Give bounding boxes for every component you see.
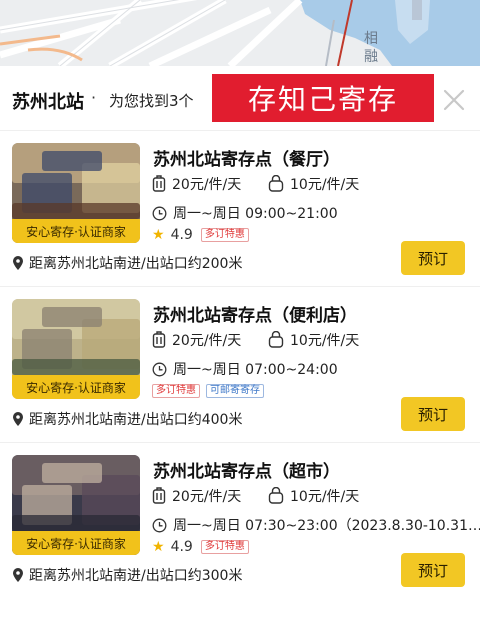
small-price-text: 10元/件/天 xyxy=(290,177,360,193)
location-pin-icon xyxy=(13,568,23,582)
result-count-text: 为您找到3个 xyxy=(109,92,194,110)
bag-icon xyxy=(268,331,284,348)
distance-info: 距离苏州北站南进/出站口约400米 xyxy=(12,409,242,429)
large-price-text: 20元/件/天 xyxy=(172,177,242,193)
rating-value: 4.9 xyxy=(170,227,193,243)
small-price-text: 10元/件/天 xyxy=(290,333,360,349)
distance-text: 距离苏州北站南进/出站口约300米 xyxy=(29,568,243,584)
map-graphic xyxy=(0,0,480,66)
clock-icon xyxy=(152,206,167,220)
promo-tag: 多订特惠 xyxy=(152,384,200,398)
bag-icon xyxy=(268,175,284,192)
close-icon[interactable] xyxy=(440,86,468,114)
listing-title[interactable]: 苏州北站寄存点（便利店） xyxy=(153,301,357,326)
distance-info: 距离苏州北站南进/出站口约300米 xyxy=(12,565,242,585)
promo-tag: 多订特惠 xyxy=(200,540,249,554)
large-price-text: 20元/件/天 xyxy=(172,489,242,505)
photo-block xyxy=(12,359,140,375)
small-bag-price: 10元/件/天 xyxy=(268,329,359,351)
star-icon: ★ xyxy=(152,539,165,555)
clock-icon xyxy=(152,362,167,376)
hours-text: 周一~周日 07:00~24:00 xyxy=(173,362,338,378)
large-price-text: 20元/件/天 xyxy=(172,333,242,349)
distance-info: 距离苏州北站南进/出站口约200米 xyxy=(12,253,242,273)
photo-block xyxy=(42,307,102,327)
luggage-icon xyxy=(152,175,166,192)
promo-tag: 可邮寄寄存 xyxy=(206,384,264,398)
certified-badge: 安心寄存·认证商家 xyxy=(12,531,140,555)
large-luggage-price: 20元/件/天 xyxy=(152,485,241,507)
opening-hours: 周一~周日 07:30~23:00（2023.8.30-10.31… xyxy=(152,515,480,535)
listing-card[interactable]: 安心寄存·认证商家 苏州北站寄存点（餐厅） 20元/件/天 10元/件/天 周一… xyxy=(0,130,480,286)
opening-hours: 周一~周日 07:00~24:00 xyxy=(152,359,338,379)
listing-card[interactable]: 安心寄存·认证商家 苏州北站寄存点（超市） 20元/件/天 10元/件/天 周一… xyxy=(0,442,480,598)
listing-card[interactable]: 安心寄存·认证商家 苏州北站寄存点（便利店） 20元/件/天 10元/件/天 周… xyxy=(0,286,480,442)
certified-badge: 安心寄存·认证商家 xyxy=(12,219,140,243)
clock-icon xyxy=(152,518,167,532)
rating-and-tags: 多订特惠 可邮寄寄存 xyxy=(152,382,270,400)
hours-text: 周一~周日 09:00~21:00 xyxy=(173,206,338,222)
station-name: 苏州北站 xyxy=(12,92,84,113)
small-price-text: 10元/件/天 xyxy=(290,489,360,505)
certified-badge: 安心寄存·认证商家 xyxy=(12,375,140,399)
results-header: 苏州北站 · 为您找到3个 存知己寄存 xyxy=(0,66,480,130)
luggage-icon xyxy=(152,487,166,504)
listing-title[interactable]: 苏州北站寄存点（餐厅） xyxy=(153,145,340,170)
photo-block xyxy=(12,203,140,219)
star-icon: ★ xyxy=(152,227,165,243)
book-button[interactable]: 预订 xyxy=(401,553,465,587)
listing-title[interactable]: 苏州北站寄存点（超市） xyxy=(153,457,340,482)
distance-text: 距离苏州北站南进/出站口约400米 xyxy=(29,412,243,428)
large-luggage-price: 20元/件/天 xyxy=(152,173,241,195)
listing-photo[interactable]: 安心寄存·认证商家 xyxy=(12,455,140,555)
rating-and-tags: ★ 4.9 多订特惠 xyxy=(152,538,255,556)
photo-block xyxy=(12,515,140,531)
photo-block xyxy=(42,151,102,171)
book-button[interactable]: 预订 xyxy=(401,397,465,431)
rating-and-tags: ★ 4.9 多订特惠 xyxy=(152,226,255,244)
listing-photo[interactable]: 安心寄存·认证商家 xyxy=(12,143,140,243)
map-place-label: 相 融 xyxy=(364,31,378,65)
large-luggage-price: 20元/件/天 xyxy=(152,329,241,351)
listing-photo[interactable]: 安心寄存·认证商家 xyxy=(12,299,140,399)
book-button[interactable]: 预订 xyxy=(401,241,465,275)
small-bag-price: 10元/件/天 xyxy=(268,485,359,507)
location-pin-icon xyxy=(13,256,23,270)
map-view[interactable]: 相 融 xyxy=(0,0,480,66)
hours-text: 周一~周日 07:30~23:00（2023.8.30-10.31… xyxy=(173,518,480,534)
distance-text: 距离苏州北站南进/出站口约200米 xyxy=(29,256,243,272)
location-pin-icon xyxy=(13,412,23,426)
brand-banner: 存知己寄存 xyxy=(212,74,434,122)
separator-dot: · xyxy=(91,88,97,107)
rating-value: 4.9 xyxy=(170,539,193,555)
bag-icon xyxy=(268,487,284,504)
photo-block xyxy=(42,463,102,483)
luggage-icon xyxy=(152,331,166,348)
small-bag-price: 10元/件/天 xyxy=(268,173,359,195)
opening-hours: 周一~周日 09:00~21:00 xyxy=(152,203,338,223)
promo-tag: 多订特惠 xyxy=(200,228,249,242)
